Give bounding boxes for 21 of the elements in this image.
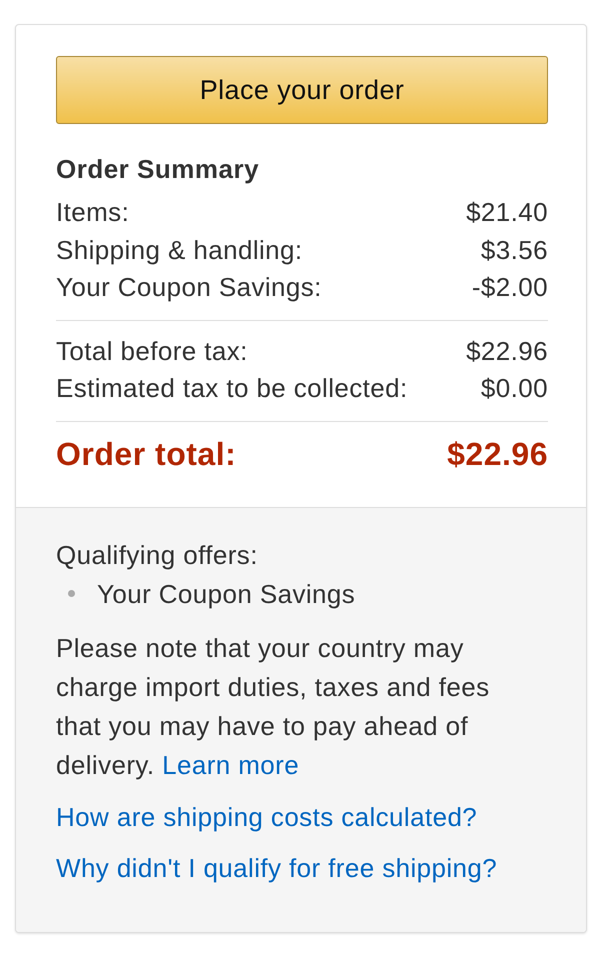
line-item-label: Items:	[56, 196, 130, 229]
line-item-label: Your Coupon Savings:	[56, 271, 322, 304]
line-item-label: Estimated tax to be collected:	[56, 372, 408, 405]
order-total-amount: $22.96	[447, 434, 548, 474]
bullet-icon	[68, 590, 75, 597]
line-item-label: Total before tax:	[56, 334, 248, 368]
qualifying-offers-heading: Qualifying offers:	[56, 540, 258, 570]
line-item-amount: $0.00	[480, 372, 548, 405]
line-item-amount: $21.40	[466, 196, 548, 229]
line-item-amount: $3.56	[480, 234, 548, 266]
import-duties-notice: Please note that your country may charge import duties, taxes and fees that you may have to pay ahead of delivery. Learn more	[56, 632, 491, 782]
line-item-amount: -$2.00	[472, 271, 548, 304]
learn-more-link[interactable]: Learn more	[162, 750, 300, 780]
line-item-amount: $22.96	[466, 334, 548, 368]
help-link[interactable]: How are shipping costs calculated?	[56, 798, 478, 836]
order-summary-title: Order Summary	[56, 153, 260, 186]
offer-item: Your Coupon Savings	[97, 578, 356, 610]
place-order-button[interactable]: Place your order	[56, 56, 548, 124]
order-total-label: Order total:	[56, 434, 236, 474]
help-link[interactable]: Why didn't I qualify for free shipping?	[56, 848, 498, 888]
line-item-label: Shipping & handling:	[56, 234, 303, 266]
